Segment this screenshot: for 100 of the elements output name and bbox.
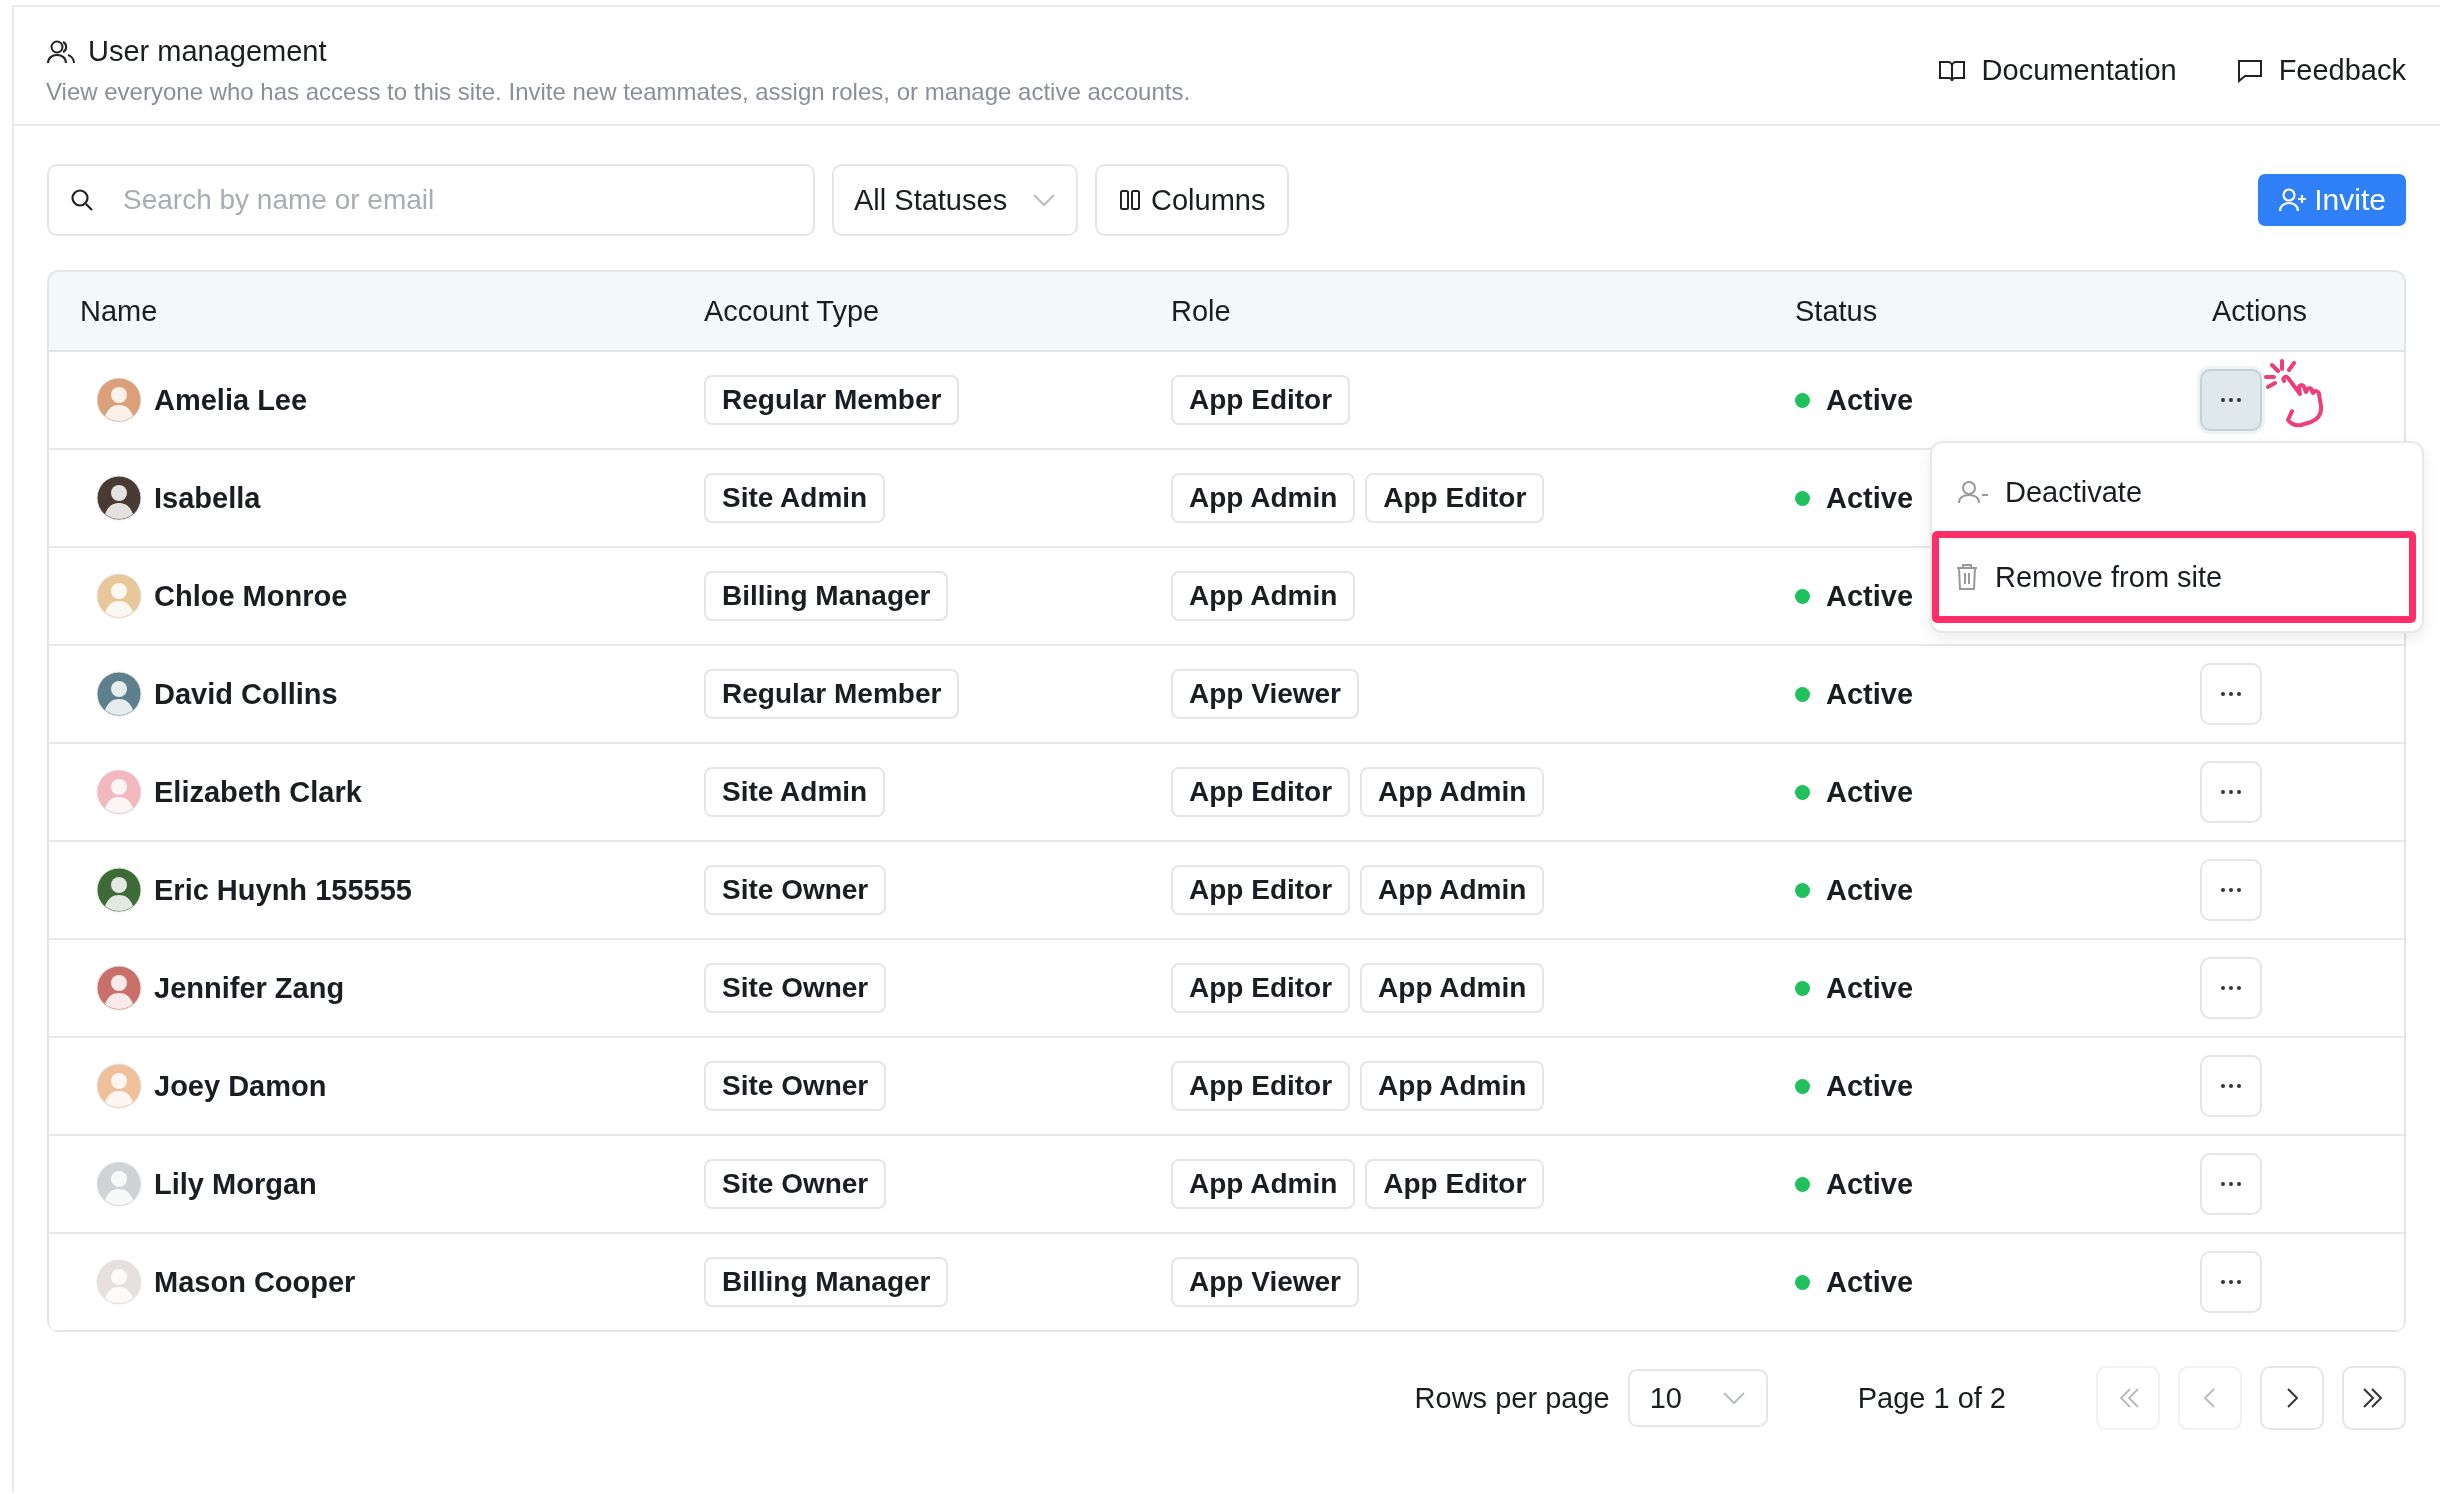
avatar-icon — [96, 475, 142, 521]
account-type-tag: Site Owner — [704, 865, 887, 915]
role-tag: App Admin — [1360, 963, 1545, 1013]
status-dot — [1795, 1274, 1810, 1290]
status-text: Active — [1826, 1069, 1914, 1103]
page-indicator: Page 1 of 2 — [1857, 1381, 2006, 1415]
account-type-tag: Billing Manager — [704, 571, 949, 621]
user-name: Isabella — [154, 481, 261, 515]
search-icon — [69, 187, 95, 213]
account-type-tag: Site Admin — [704, 767, 886, 817]
user-name: Eric Huynh 155555 — [154, 873, 412, 907]
avatar-icon — [96, 769, 142, 815]
invite-button[interactable]: Invite — [2258, 174, 2406, 226]
more-actions-button[interactable] — [2200, 663, 2262, 725]
role-tag: App Viewer — [1171, 1257, 1359, 1307]
avatar-icon — [96, 1063, 142, 1109]
column-header: Name — [80, 294, 159, 328]
chat-icon — [2236, 58, 2263, 83]
role-tag: App Editor — [1171, 767, 1351, 817]
more-actions-button[interactable] — [2200, 761, 2262, 823]
role-tag: App Admin — [1360, 1061, 1545, 1111]
avatar-icon — [96, 867, 142, 913]
avatar-icon — [96, 1259, 142, 1305]
status-dot — [1795, 784, 1810, 800]
status-dot — [1795, 686, 1810, 702]
status-text: Active — [1826, 481, 1914, 515]
more-actions-button[interactable] — [2200, 859, 2262, 921]
page-description: View everyone who has access to this site. Invite new teammates, assign roles, or manage active accounts. — [46, 78, 1191, 106]
ellipsis-icon — [2220, 1181, 2242, 1187]
account-type-tag: Regular Member — [704, 375, 960, 425]
status-text: Active — [1826, 1167, 1914, 1201]
user-name: Joey Damon — [154, 1069, 327, 1103]
next-page-button[interactable] — [2260, 1366, 2324, 1430]
avatar-icon — [96, 377, 142, 423]
trash-icon — [1955, 563, 1979, 591]
status-text: Active — [1826, 579, 1914, 613]
status-text: Active — [1826, 873, 1914, 907]
columns-button[interactable]: Columns — [1095, 164, 1290, 236]
remove-from-site-menu-item[interactable]: Remove from site — [1932, 531, 2416, 623]
deactivate-menu-item[interactable]: Deactivate — [1932, 457, 2422, 527]
status-dot — [1795, 392, 1810, 408]
role-tag: App Editor — [1365, 473, 1545, 523]
status-dropdown[interactable]: All Statuses — [832, 164, 1078, 236]
ellipsis-icon — [2220, 397, 2242, 403]
account-type-tag: Site Admin — [704, 473, 886, 523]
chevron-down-icon — [1032, 193, 1056, 207]
ellipsis-icon — [2220, 1083, 2242, 1089]
account-type-tag: Site Owner — [704, 1061, 887, 1111]
account-type-tag: Billing Manager — [704, 1257, 949, 1307]
book-icon — [1937, 58, 1966, 83]
role-tag: App Editor — [1171, 963, 1351, 1013]
search-input[interactable]: Search by name or email — [121, 183, 793, 217]
column-header: Status — [1795, 294, 1879, 328]
ellipsis-icon — [2220, 789, 2242, 795]
rows-per-page-label: Rows per page — [1414, 1381, 1610, 1415]
ellipsis-icon — [2220, 887, 2242, 893]
user-minus-icon — [1957, 480, 1989, 504]
column-header: Actions — [2212, 294, 2309, 328]
avatar-icon — [96, 671, 142, 717]
role-tag: App Viewer — [1171, 669, 1359, 719]
account-type-tag: Site Owner — [704, 963, 887, 1013]
status-text: Active — [1826, 1265, 1914, 1299]
ellipsis-icon — [2220, 985, 2242, 991]
status-text: Active — [1826, 971, 1914, 1005]
more-actions-button[interactable] — [2200, 1153, 2262, 1215]
more-actions-button[interactable] — [2200, 957, 2262, 1019]
column-header: Role — [1171, 294, 1232, 328]
role-tag: App Editor — [1171, 375, 1351, 425]
more-actions-button[interactable] — [2200, 369, 2262, 431]
status-dot — [1795, 1078, 1810, 1094]
more-actions-button[interactable] — [2200, 1055, 2262, 1117]
status-dot — [1795, 588, 1810, 604]
status-dot — [1795, 1176, 1810, 1192]
role-tag: App Editor — [1171, 865, 1351, 915]
search-field[interactable]: Search by name or email — [47, 164, 815, 236]
documentation-link[interactable]: Documentation — [1937, 54, 2177, 87]
user-name: Mason Cooper — [154, 1265, 356, 1299]
avatar-icon — [96, 573, 142, 619]
feedback-link[interactable]: Feedback — [2236, 54, 2406, 87]
ellipsis-icon — [2220, 691, 2242, 697]
account-type-tag: Site Owner — [704, 1159, 887, 1209]
user-name: Elizabeth Clark — [154, 775, 362, 809]
last-page-button[interactable] — [2342, 1366, 2406, 1430]
chevron-down-icon — [1721, 1391, 1746, 1405]
status-dot — [1795, 980, 1810, 996]
role-tag: App Admin — [1171, 1159, 1356, 1209]
user-name: Jennifer Zang — [154, 971, 345, 1005]
user-plus-icon — [2278, 187, 2309, 213]
user-name: David Collins — [154, 677, 338, 711]
avatar-icon — [96, 965, 142, 1011]
status-text: Active — [1826, 775, 1914, 809]
role-tag: App Admin — [1360, 767, 1545, 817]
role-tag: App Admin — [1360, 865, 1545, 915]
columns-icon — [1119, 189, 1141, 211]
role-tag: App Admin — [1171, 473, 1356, 523]
role-tag: App Editor — [1171, 1061, 1351, 1111]
status-dot — [1795, 490, 1810, 506]
user-name: Amelia Lee — [154, 383, 308, 417]
more-actions-button[interactable] — [2200, 1251, 2262, 1313]
rows-per-page-dropdown[interactable]: 10 — [1627, 1369, 1768, 1427]
